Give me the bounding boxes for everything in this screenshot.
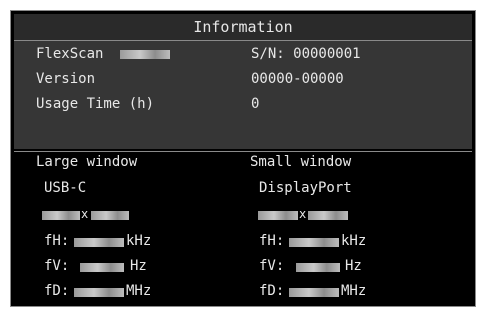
- large-window-resolution-separator: x: [81, 207, 89, 221]
- version-value: 00000-00000: [251, 71, 344, 87]
- small-window-fv-unit: Hz: [345, 258, 362, 274]
- large-window-heading: Large window: [36, 154, 138, 170]
- usage-time-label: Usage Time (h): [36, 96, 155, 112]
- serial-number: S/N: 00000001: [251, 46, 361, 62]
- large-window-fv-unit: Hz: [130, 258, 147, 274]
- information-panel: Information FlexScan S/N: 00000001 Versi…: [10, 10, 476, 307]
- small-window-fh-unit: kHz: [341, 233, 367, 249]
- model-label: FlexScan: [36, 46, 104, 62]
- large-window-fh-value: [74, 238, 124, 247]
- small-window-input: DisplayPort: [259, 180, 352, 196]
- large-window-resolution-width: [42, 211, 80, 220]
- small-window-resolution-separator: x: [299, 207, 307, 221]
- usage-time-value: 0: [251, 96, 260, 112]
- monitor-info-section: FlexScan S/N: 00000001 Version 00000-000…: [14, 41, 472, 149]
- redacted-model-number: [120, 50, 170, 59]
- version-label: Version: [36, 71, 96, 87]
- small-window-fd-value: [289, 288, 339, 297]
- small-window-fd-unit: MHz: [341, 283, 367, 299]
- small-window-heading: Small window: [250, 154, 352, 170]
- small-window-fv-label: fV:: [259, 258, 285, 274]
- small-window-fh-value: [289, 238, 339, 247]
- small-window-resolution-height: [308, 211, 348, 220]
- large-window-fd-value: [74, 288, 124, 297]
- small-window-resolution-width: [258, 211, 298, 220]
- large-window-fh-unit: kHz: [126, 233, 152, 249]
- small-window-fh-label: fH:: [259, 233, 285, 249]
- large-window-fd-label: fD:: [44, 283, 70, 299]
- large-window-fv-value: [80, 263, 124, 272]
- large-window-input: USB-C: [44, 180, 87, 196]
- small-window-fv-value: [296, 263, 340, 272]
- large-window-fv-label: fV:: [44, 258, 70, 274]
- panel-title: Information: [14, 14, 472, 41]
- signal-info-section: Large window USB-C x fH: kHz fV: Hz fD: …: [14, 151, 472, 304]
- small-window-fd-label: fD:: [259, 283, 285, 299]
- large-window-fh-label: fH:: [44, 233, 70, 249]
- large-window-resolution-height: [91, 211, 129, 220]
- large-window-fd-unit: MHz: [126, 283, 152, 299]
